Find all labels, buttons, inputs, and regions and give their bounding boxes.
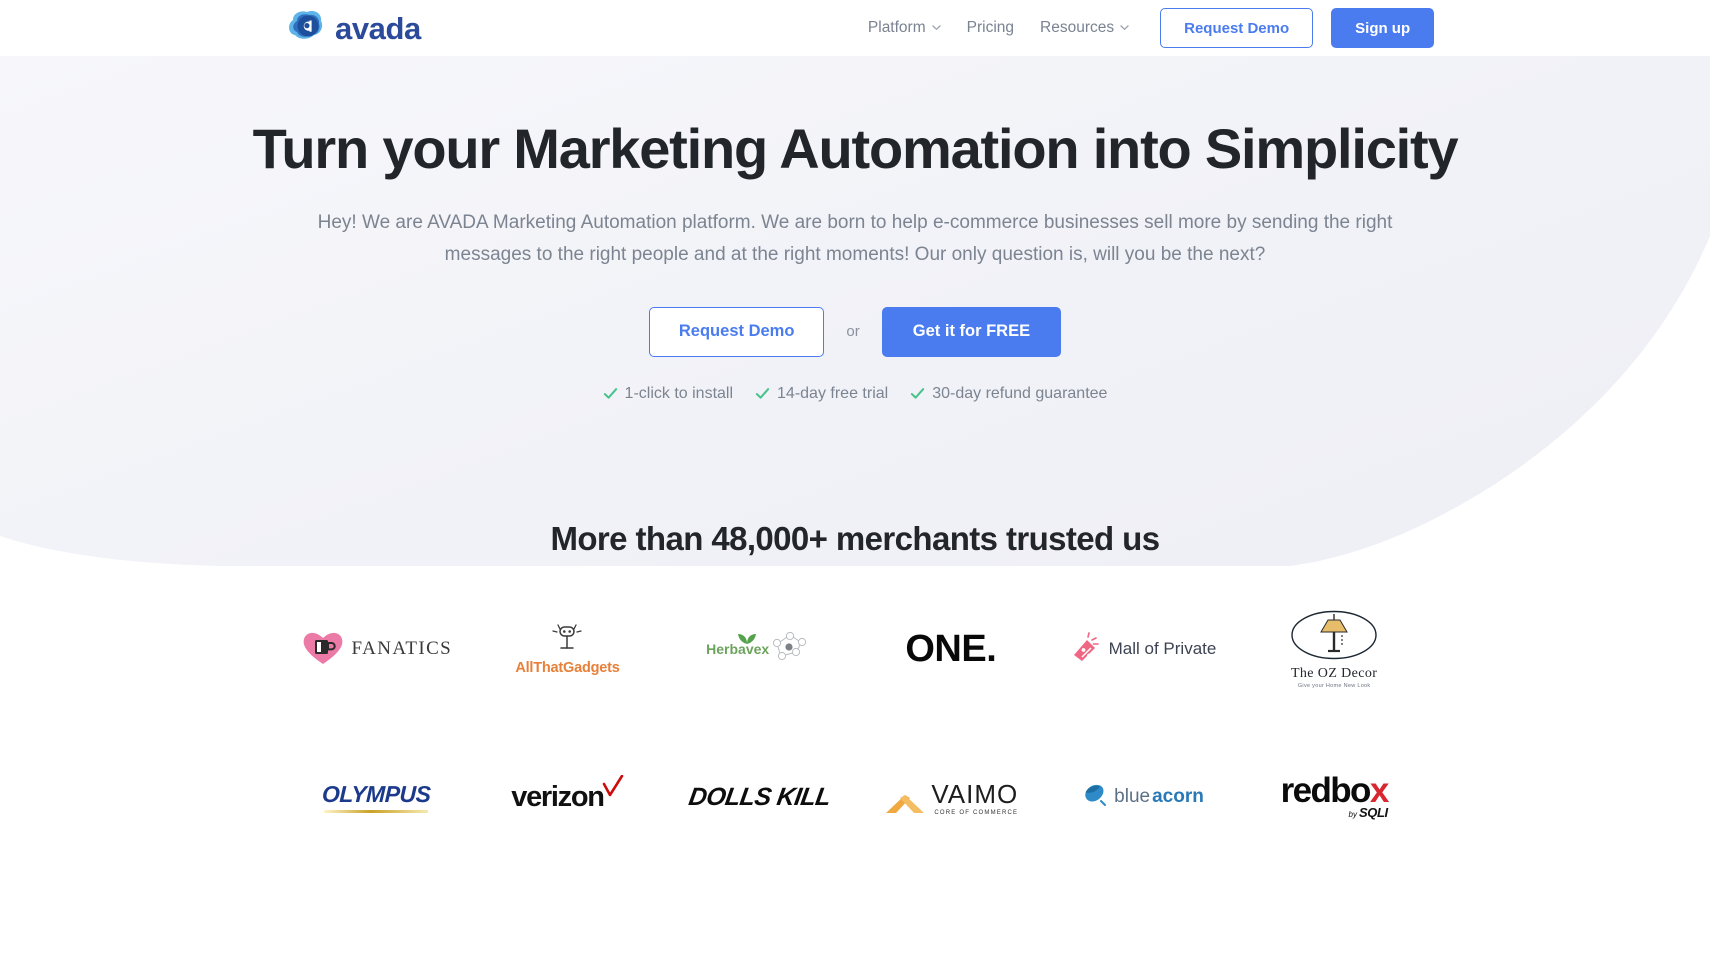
percent-tag-icon [1069,631,1101,668]
nav-item-resources-label: Resources [1040,19,1115,36]
merchant-logo-herbavex: Herbavex [706,614,812,684]
merchant-name: AllThatGadgets [515,660,620,676]
redbox-by-brand: SQLI [1358,805,1388,821]
nav-item-resources[interactable]: Resources [1027,19,1142,37]
feature-1-click-install: 1-click to install [603,385,733,403]
chevron-down-icon [1120,23,1129,32]
heart-mug-icon [300,627,346,672]
merchant-name-accent: x [1369,770,1389,810]
redbox-by-prefix: by [1348,810,1357,820]
lamp-oval-icon [1290,610,1378,665]
header-sign-up-button[interactable]: Sign up [1331,8,1435,48]
merchant-logo-mall-of-private: Mall of Private [1069,614,1217,684]
merchant-name: VAIMO [931,778,1019,809]
acorn-icon [1081,782,1107,813]
hero-cta-group: Request Demo or Get it for FREE [0,306,1710,357]
merchant-name: verizon [511,780,605,813]
page-root: avada Platform Pricing Resources Request… [0,0,1710,960]
hero-title: Turn your Marketing Automation into Simp… [252,117,1459,180]
merchant-name: DOLLS KILL [686,782,833,811]
merchant-logo-fanatics: FANATICS [300,614,453,684]
merchant-name: ONE. [905,627,997,670]
merchant-tagline: Give your Home New Look [1297,682,1371,689]
feature-label: 30-day refund guarantee [932,384,1108,402]
molecule-dots-icon [770,630,812,669]
check-icon [755,386,770,401]
hero-get-it-free-button[interactable]: Get it for FREE [881,306,1062,357]
hero-content: Turn your Marketing Automation into Simp… [0,56,1710,403]
merchant-name: Mall of Private [1108,639,1217,658]
merchant-name: FANATICS [351,638,453,659]
site-header: avada Platform Pricing Resources Request… [0,0,1710,56]
chevron-down-icon [931,23,941,32]
merchant-logo-dolls-kill: DOLLS KILL [686,762,833,832]
check-icon [910,386,925,401]
feature-30-day-refund: 30-day refund guarantee [910,385,1107,403]
merchant-logo-blue-acorn: blue acorn [1081,762,1204,832]
hero-feature-list: 1-click to install 14-day free trial 30-… [0,385,1710,403]
avada-cloud-logo-icon [284,8,326,48]
hero-request-demo-button[interactable]: Request Demo [648,306,825,357]
merchants-section: More than 48,000+ merchants trusted us F… [0,520,1710,832]
red-check-icon [602,774,624,804]
merchant-name: OLYMPUS [321,781,431,807]
feature-label: 14-day free trial [777,384,889,402]
nav-item-platform[interactable]: Platform [855,19,954,37]
merchant-logo-vaimo: VAIMO CORE OF COMMERCE [883,762,1018,832]
brand-logo-link[interactable]: avada [284,8,421,48]
merchant-logo-verizon: verizon [511,762,624,832]
check-icon [603,386,618,401]
merchant-name: The OZ Decor [1290,665,1378,681]
main-navigation: Platform Pricing Resources Request Demo … [855,8,1435,48]
merchant-logo-the-oz-decor: The OZ Decor Give your Home New Look [1290,610,1378,689]
merchant-logo-redbox: redbox by SQLI [1280,762,1390,832]
brand-name: avada [335,10,421,46]
olympus-gold-bar [323,810,428,813]
hero-or-label: or [846,323,860,341]
merchants-title: More than 48,000+ merchants trusted us [550,520,1160,557]
merchant-name-bold: acorn [1152,786,1204,807]
merchant-logo-one: ONE. [905,614,996,684]
merchant-logo-olympus: OLYMPUS [321,762,431,832]
header-request-demo-button[interactable]: Request Demo [1160,8,1314,48]
nav-item-pricing-label: Pricing [966,19,1015,36]
merchant-tagline: CORE OF COMMERCE [934,809,1019,816]
hero-subtitle: Hey! We are AVADA Marketing Automation p… [317,211,1393,265]
merchant-name-light: blue [1114,786,1151,807]
nav-item-platform-label: Platform [867,19,926,36]
merchant-name: redbo [1280,770,1372,810]
feature-label: 1-click to install [624,384,734,402]
feature-14-day-free-trial: 14-day free trial [755,385,888,403]
nav-item-pricing[interactable]: Pricing [954,19,1027,37]
merchant-logo-allthatgadgets: AllThatGadgets [515,614,620,684]
orange-x-icon [883,774,927,821]
gadget-icon [550,622,584,659]
merchant-logo-grid: FANATICS AllThatGadgets Herbavex ONE. Ma… [280,610,1430,832]
hero-section: Turn your Marketing Automation into Simp… [0,56,1710,566]
